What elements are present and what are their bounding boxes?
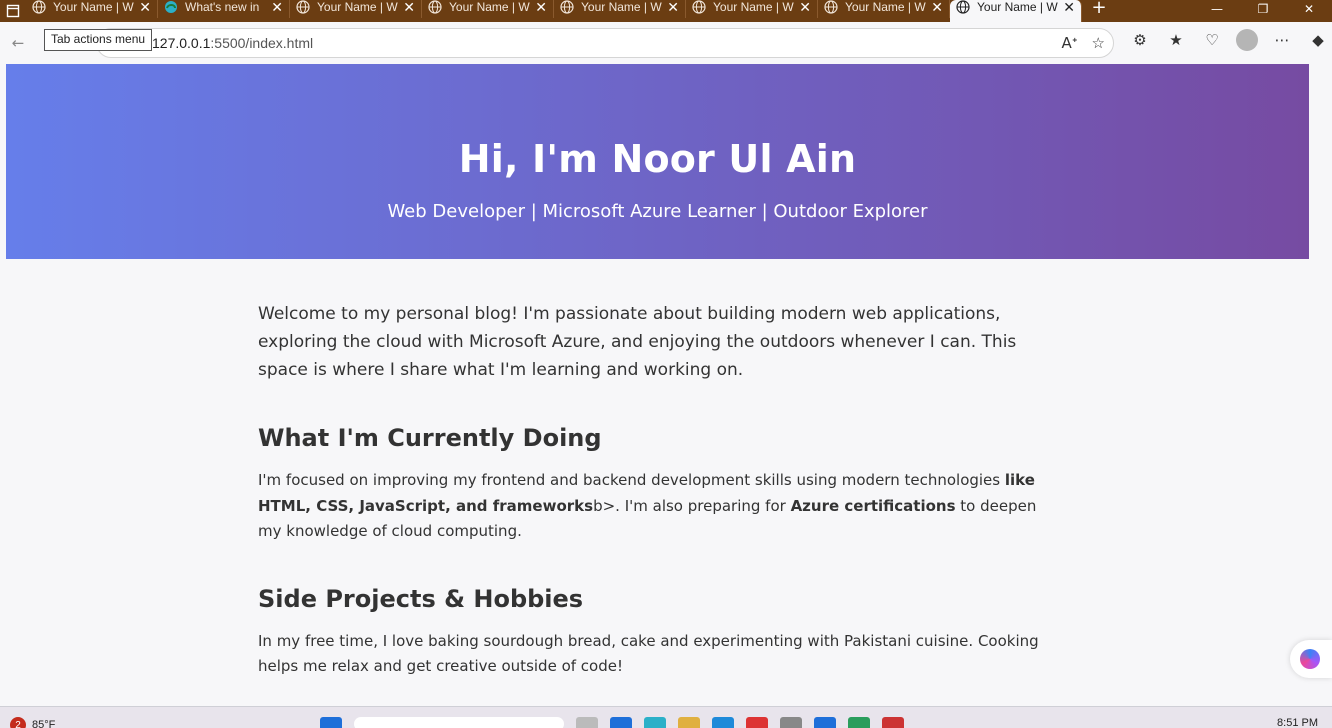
new-tab-button[interactable]: + — [1082, 0, 1116, 18]
hero-title: Hi, I'm Noor Ul Ain — [458, 137, 857, 181]
app-icon[interactable] — [848, 717, 870, 728]
close-icon[interactable]: ✕ — [403, 0, 415, 16]
os-taskbar: 2 85°F 8:51 PM — [0, 706, 1332, 728]
extensions-icon[interactable]: ⚙ — [1128, 28, 1152, 52]
app-icon[interactable] — [746, 717, 768, 728]
copilot-logo-icon — [1300, 649, 1320, 669]
tab-label: Your Name | W — [581, 0, 662, 14]
vscode-icon[interactable] — [814, 717, 836, 728]
url-path: :5500/index.html — [210, 35, 314, 51]
clock: 8:51 PM — [1277, 717, 1318, 728]
text-segment: I'm focused on improving my frontend and… — [258, 471, 1005, 489]
back-arrow-icon[interactable]: ← — [0, 34, 36, 52]
section-heading-doing: What I'm Currently Doing — [258, 424, 602, 452]
read-aloud-icon[interactable]: Aᐩ — [1061, 34, 1077, 52]
tab-actions-icon — [6, 4, 20, 18]
url-host: 127.0.0.1 — [152, 35, 211, 51]
globe-icon — [32, 0, 46, 14]
minimize-icon[interactable]: — — [1194, 0, 1240, 18]
tab-label: Your Name | W — [449, 0, 530, 14]
globe-icon — [296, 0, 310, 14]
browser-tab[interactable]: Your Name | W ✕ — [422, 0, 554, 18]
intro-paragraph: Welcome to my personal blog! I'm passion… — [258, 304, 1017, 380]
profile-avatar[interactable] — [1236, 29, 1258, 51]
app-icon[interactable] — [576, 717, 598, 728]
app-icon[interactable] — [780, 717, 802, 728]
browser-tab[interactable]: Your Name | W ✕ — [554, 0, 686, 18]
browser-essentials-icon[interactable]: ♡ — [1200, 28, 1224, 52]
browser-tab[interactable]: Your Name | W ✕ — [686, 0, 818, 18]
hero-banner: Hi, I'm Noor Ul Ain Web Developer | Micr… — [6, 64, 1309, 259]
app-icon[interactable] — [610, 717, 632, 728]
favorite-star-icon[interactable]: ☆ — [1092, 34, 1105, 52]
globe-icon — [692, 0, 706, 14]
notification-badge: 2 — [10, 717, 26, 728]
taskbar-apps — [320, 717, 904, 728]
tab-actions-tooltip: Tab actions menu — [44, 29, 153, 51]
tab-label: Your Name | W — [317, 0, 398, 14]
app-icon[interactable] — [882, 717, 904, 728]
globe-icon — [824, 0, 838, 14]
app-icon[interactable] — [712, 717, 734, 728]
start-icon[interactable] — [320, 717, 342, 728]
close-icon[interactable]: ✕ — [139, 0, 151, 16]
bold-text: Azure certifications — [790, 496, 956, 515]
section-heading-hobbies: Side Projects & Hobbies — [258, 584, 584, 613]
browser-tab[interactable]: What's new in ✕ — [158, 0, 290, 18]
taskbar-search[interactable] — [354, 717, 564, 728]
section-text-doing: I'm focused on improving my frontend and… — [258, 468, 1058, 545]
close-icon[interactable]: ✕ — [931, 0, 943, 16]
tab-actions-button[interactable] — [0, 0, 26, 22]
tab-label: Your Name | W — [977, 0, 1058, 14]
browser-tab[interactable]: Your Name | W ✕ — [290, 0, 422, 18]
copilot-icon[interactable]: ◆ — [1306, 28, 1330, 52]
close-icon[interactable]: ✕ — [799, 0, 811, 16]
folder-icon[interactable] — [678, 717, 700, 728]
temperature-text: 85°F — [32, 719, 56, 728]
tab-label: What's new in — [185, 0, 260, 14]
favorites-icon[interactable]: ★ — [1164, 28, 1188, 52]
address-bar[interactable]: 127.0.0.1:5500/index.html Aᐩ ☆ — [96, 28, 1114, 58]
main-content: Welcome to my personal blog! I'm passion… — [258, 300, 1058, 680]
browser-tab[interactable]: Your Name | W ✕ — [818, 0, 950, 18]
window-controls: — ❐ ✕ — [1194, 0, 1332, 22]
url-text[interactable]: 127.0.0.1:5500/index.html — [152, 35, 313, 51]
tab-strip: Your Name | W ✕ What's new in ✕ Your Nam… — [0, 0, 1332, 22]
close-icon[interactable]: ✕ — [535, 0, 547, 16]
browser-tab-active[interactable]: Your Name | W ✕ — [950, 0, 1082, 22]
more-options-icon[interactable]: ⋯ — [1270, 28, 1294, 52]
weather-widget[interactable]: 2 85°F — [10, 717, 55, 728]
close-window-icon[interactable]: ✕ — [1286, 0, 1332, 18]
close-icon[interactable]: ✕ — [1063, 0, 1075, 16]
section-text-hobbies: In my free time, I love baking sourdough… — [258, 631, 1039, 676]
close-icon[interactable]: ✕ — [271, 0, 283, 16]
close-icon[interactable]: ✕ — [667, 0, 679, 16]
tab-label: Your Name | W — [713, 0, 794, 14]
tab-label: Your Name | W — [53, 0, 134, 14]
browser-toolbar: ← 127.0.0.1:5500/index.html Aᐩ ☆ ⚙ ★ ♡ ⋯… — [0, 22, 1332, 64]
browser-tab[interactable]: Your Name | W ✕ — [26, 0, 158, 18]
restore-icon[interactable]: ❐ — [1240, 0, 1286, 18]
hero-subtitle: Web Developer | Microsoft Azure Learner … — [387, 201, 928, 222]
text-segment: b>. I'm also preparing for — [593, 496, 791, 515]
globe-icon — [956, 0, 970, 14]
copilot-sidebar-button[interactable] — [1290, 640, 1332, 678]
globe-icon — [428, 0, 442, 14]
tab-label: Your Name | W — [845, 0, 926, 14]
globe-icon — [560, 0, 574, 14]
edge-taskbar-icon[interactable] — [644, 717, 666, 728]
edge-icon — [165, 1, 177, 13]
